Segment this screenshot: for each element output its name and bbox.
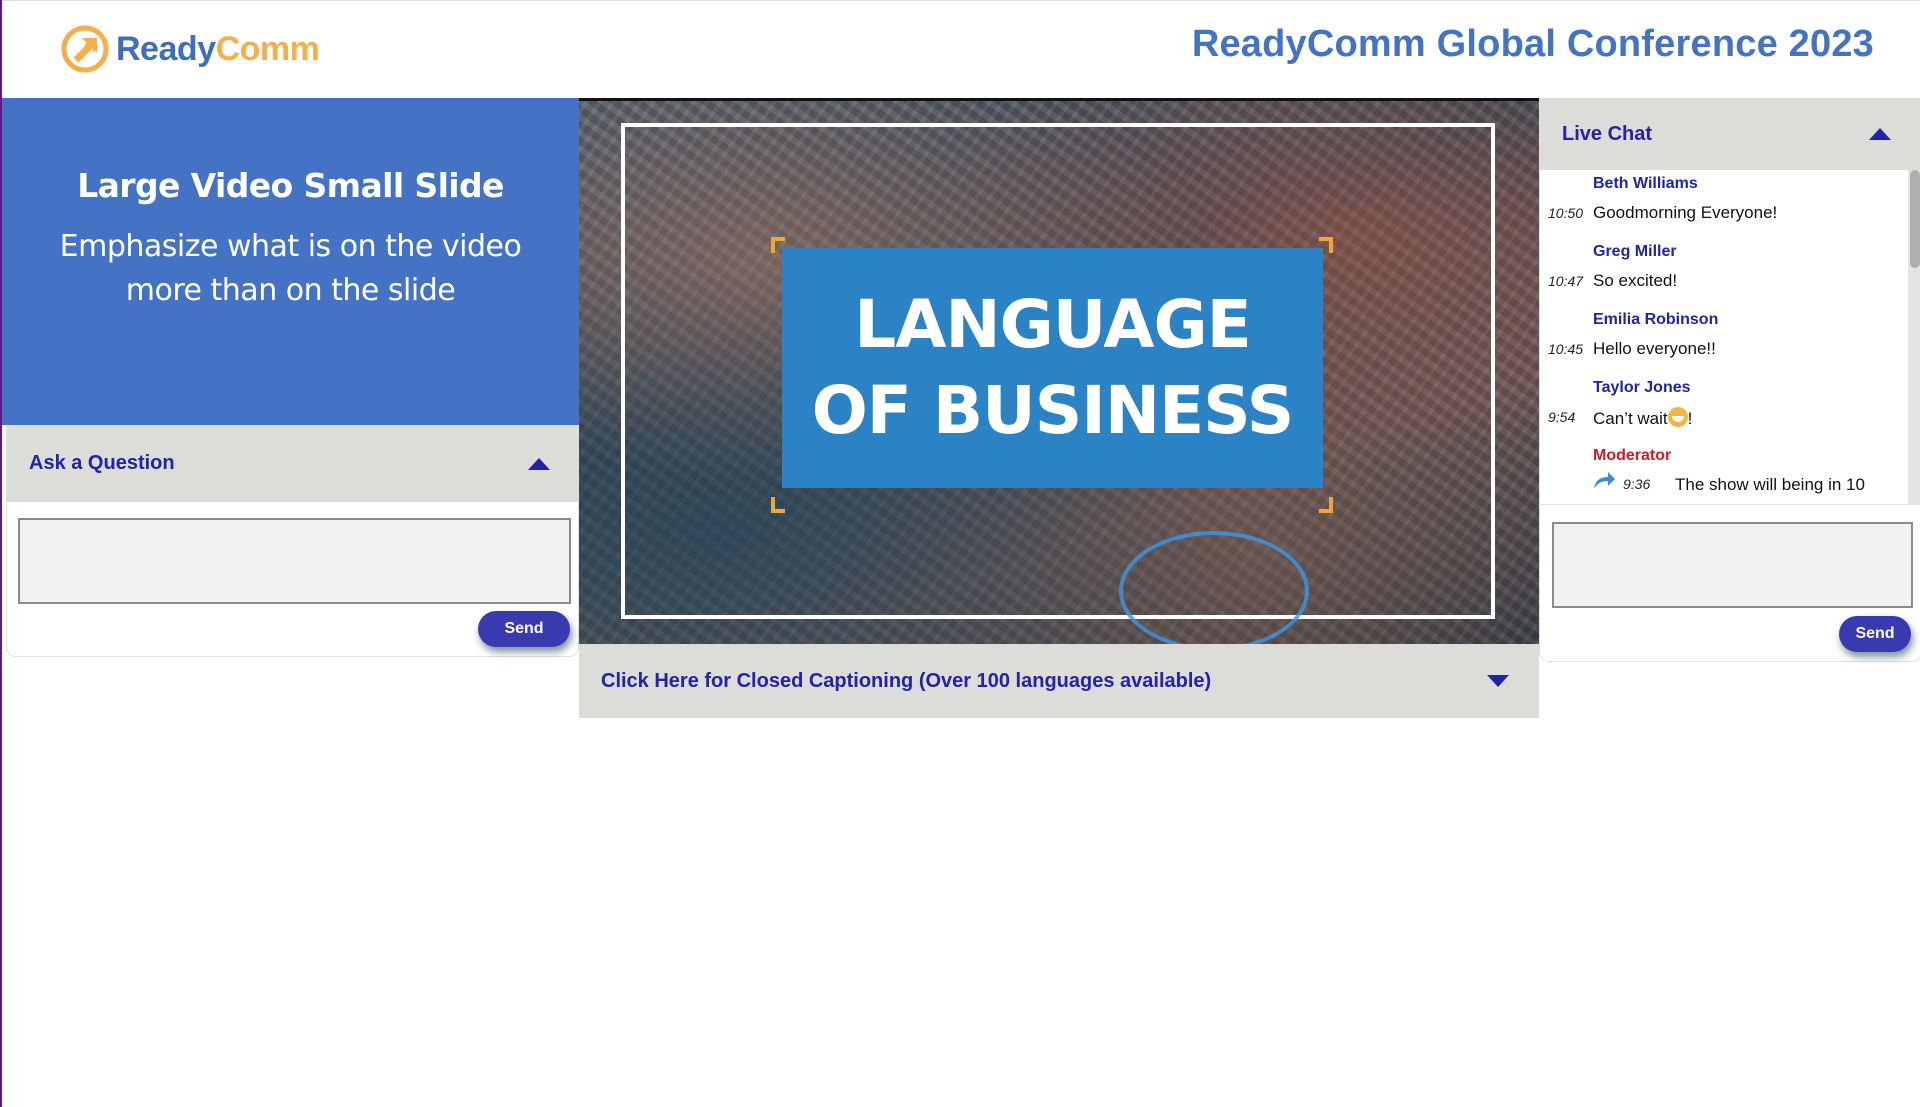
question-input[interactable] [18, 518, 571, 604]
chat-message: Beth Williams 10:50 Goodmorning Everyone… [1540, 170, 1908, 238]
chat-timestamp: 9:36 [1623, 476, 1651, 492]
video-title-line-1: LANGUAGE [854, 286, 1251, 363]
corner-bracket-icon [1319, 497, 1333, 513]
chat-timestamp: 10:50 [1548, 205, 1584, 221]
slide-title: Large Video Small Slide [77, 166, 504, 205]
send-question-button[interactable]: Send [478, 611, 570, 647]
chat-message: Emilia Robinson 10:45 Hello everyone!! [1540, 306, 1908, 374]
chat-text: So excited! [1593, 271, 1678, 290]
chat-text: Hello everyone!! [1593, 339, 1716, 358]
chat-text: Goodmorning Everyone! [1593, 203, 1778, 222]
chat-text-suffix: ! [1687, 409, 1693, 428]
ask-question-header[interactable]: Ask a Question [7, 425, 578, 502]
chat-message: Greg Miller 10:47 So excited! [1540, 238, 1908, 306]
chat-text: The show will being in 10 [1675, 475, 1865, 494]
chat-author: Emilia Robinson [1593, 311, 1719, 328]
presentation-slide: Large Video Small Slide Emphasize what i… [2, 98, 579, 425]
readycomm-logo[interactable]: ReadyComm [60, 24, 320, 74]
chat-message: Taylor Jones 9:54 Can’t wait! [1540, 374, 1908, 442]
chat-author-moderator: Moderator [1593, 447, 1672, 464]
header: ReadyComm ReadyComm Global Conference 20… [2, 0, 1920, 98]
chat-message-list[interactable]: Beth Williams 10:50 Goodmorning Everyone… [1540, 170, 1908, 504]
chat-text-body: Can’t wait [1593, 409, 1668, 428]
chat-author: Greg Miller [1593, 243, 1677, 260]
corner-bracket-icon [771, 497, 785, 513]
chat-message-moderator: Moderator 9:36 The show will being in 10 [1540, 442, 1908, 504]
triangle-up-icon[interactable] [528, 457, 550, 470]
closed-captioning-label[interactable]: Click Here for Closed Captioning (Over 1… [601, 670, 1211, 693]
send-chat-button[interactable]: Send [1839, 616, 1911, 652]
slide-subtitle: Emphasize what is on the video more than… [2, 225, 579, 313]
logo-text-ready: Ready [116, 29, 216, 68]
logo-text: ReadyComm [116, 29, 320, 69]
ask-question-panel: Ask a Question Send [6, 425, 579, 657]
divider [1540, 504, 1920, 505]
live-chat-header[interactable]: Live Chat [1540, 98, 1920, 170]
live-chat-title: Live Chat [1562, 122, 1653, 145]
chat-author: Taylor Jones [1593, 379, 1691, 396]
slide-subtitle-line-1: Emphasize what is on the video [59, 229, 522, 264]
arrow-circle-icon [61, 25, 109, 73]
triangle-down-icon[interactable] [1487, 675, 1509, 687]
chat-timestamp: 10:47 [1548, 273, 1584, 289]
triangle-up-icon[interactable] [1869, 128, 1891, 140]
chat-timestamp: 10:45 [1548, 341, 1584, 357]
chat-scrollbar-thumb[interactable] [1910, 170, 1920, 268]
chat-timestamp: 9:54 [1548, 409, 1576, 425]
live-chat-panel: Live Chat Beth Williams 10:50 Goodmornin… [1539, 98, 1920, 662]
reply-arrow-icon [1594, 472, 1615, 489]
chat-message-input[interactable] [1552, 522, 1913, 608]
video-player[interactable]: LANGUAGE OF BUSINESS [579, 98, 1539, 644]
smiley-emoji-icon [1667, 407, 1688, 427]
video-graphic-ring [1119, 531, 1309, 644]
video-title-line-2: OF BUSINESS [811, 372, 1295, 449]
conference-title: ReadyComm Global Conference 2023 [1191, 23, 1874, 65]
video-title-card: LANGUAGE OF BUSINESS [782, 248, 1323, 488]
ask-question-title: Ask a Question [29, 452, 175, 474]
chat-text: Can’t wait! [1593, 407, 1692, 429]
chat-author: Beth Williams [1593, 175, 1698, 192]
logo-text-comm: Comm [215, 29, 320, 68]
slide-subtitle-line-2: more than on the slide [125, 273, 456, 308]
closed-captioning-toggle[interactable]: Click Here for Closed Captioning (Over 1… [579, 644, 1539, 718]
chat-scrollbar[interactable] [1908, 170, 1920, 504]
